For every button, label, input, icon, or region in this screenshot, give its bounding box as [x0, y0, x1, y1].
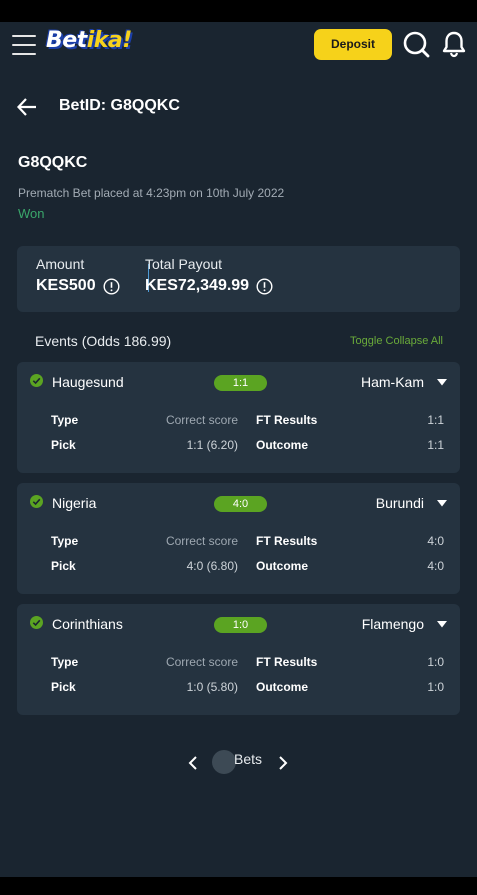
- bell-icon[interactable]: [440, 30, 468, 58]
- top-nav: Betika! Deposit: [0, 22, 477, 68]
- away-team: Flamengo: [361, 616, 424, 632]
- event-card[interactable]: Nigeria 4:0 Burundi Type Correct score F…: [17, 483, 460, 594]
- pick-label: Pick: [51, 680, 76, 694]
- bottom-bar: [0, 877, 477, 895]
- toggle-collapse-all-link[interactable]: Toggle Collapse All: [350, 335, 443, 347]
- ft-results-label: FT Results: [256, 655, 318, 669]
- type-value: Correct score: [165, 655, 238, 669]
- type-label: Type: [51, 534, 79, 548]
- away-team: Burundi: [375, 495, 424, 511]
- outcome-value: 1:0: [427, 680, 444, 694]
- chevron-right-icon[interactable]: [276, 755, 290, 771]
- info-icon[interactable]: [103, 277, 120, 295]
- pager-indicator: [212, 750, 236, 774]
- info-icon[interactable]: [256, 277, 273, 295]
- type-label: Type: [51, 413, 79, 427]
- pager-label: Bets: [234, 751, 263, 767]
- event-card[interactable]: Haugesund 1:1 Ham-Kam Type Correct score…: [17, 362, 460, 473]
- pick-label: Pick: [51, 438, 76, 452]
- pick-label: Pick: [51, 559, 76, 573]
- type-value: Correct score: [165, 534, 238, 548]
- home-team: Nigeria: [52, 495, 97, 511]
- back-arrow-icon[interactable]: [16, 96, 38, 118]
- payout-value: KES72,349.99: [145, 277, 250, 294]
- amount-value: KES500: [36, 277, 96, 294]
- caret-down-icon[interactable]: [437, 621, 447, 628]
- ft-results-label: FT Results: [256, 534, 318, 548]
- ft-results-value: 1:1: [427, 413, 444, 427]
- outcome-label: Outcome: [256, 438, 309, 452]
- pick-value: 1:1 (6.20): [186, 438, 238, 452]
- score-badge: 1:1: [214, 375, 267, 391]
- deposit-button[interactable]: Deposit: [314, 29, 392, 60]
- type-label: Type: [51, 655, 79, 669]
- logo-text-accent: ika!: [86, 28, 133, 53]
- score-badge: 1:0: [214, 617, 267, 633]
- pick-value: 1:0 (5.80): [186, 680, 238, 694]
- page-title: BetID: G8QQKC: [59, 97, 180, 114]
- menu-icon[interactable]: [12, 35, 36, 55]
- events-label: Events (Odds 186.99): [35, 333, 172, 349]
- outcome-value: 1:1: [427, 438, 444, 452]
- logo-text-main: Bet: [46, 28, 87, 53]
- check-circle-icon: [30, 374, 43, 387]
- bet-code: G8QQKC: [18, 154, 88, 171]
- ft-results-value: 1:0: [427, 655, 444, 669]
- page-header: BetID: G8QQKC: [0, 90, 477, 124]
- pick-value: 4:0 (6.80): [186, 559, 238, 573]
- chevron-left-icon[interactable]: [186, 755, 200, 771]
- brand-logo[interactable]: Betika!: [46, 28, 132, 60]
- outcome-label: Outcome: [256, 559, 309, 573]
- home-team: Corinthians: [52, 616, 123, 632]
- payout-section: Total Payout KES72,349.99: [145, 256, 273, 295]
- amount-card: Amount KES500 Total Payout KES72,349.99: [17, 246, 460, 312]
- ft-results-value: 4:0: [427, 534, 444, 548]
- pagination: Bets: [0, 748, 477, 778]
- caret-down-icon[interactable]: [437, 379, 447, 386]
- event-card[interactable]: Corinthians 1:0 Flamengo Type Correct sc…: [17, 604, 460, 715]
- type-value: Correct score: [165, 413, 238, 427]
- check-circle-icon: [30, 616, 43, 629]
- placed-info: Prematch Bet placed at 4:23pm on 10th Ju…: [18, 186, 285, 200]
- check-circle-icon: [30, 495, 43, 508]
- status-bar: [0, 0, 477, 22]
- outcome-label: Outcome: [256, 680, 309, 694]
- home-team: Haugesund: [52, 374, 124, 390]
- amount-label: Amount: [36, 256, 85, 272]
- bet-status: Won: [18, 206, 45, 221]
- outcome-value: 4:0: [427, 559, 444, 573]
- away-team: Ham-Kam: [360, 374, 424, 390]
- payout-label: Total Payout: [145, 256, 223, 272]
- score-badge: 4:0: [214, 496, 267, 512]
- caret-down-icon[interactable]: [437, 500, 447, 507]
- search-icon[interactable]: [402, 30, 430, 58]
- ft-results-label: FT Results: [256, 413, 318, 427]
- amount-section: Amount KES500: [36, 256, 120, 295]
